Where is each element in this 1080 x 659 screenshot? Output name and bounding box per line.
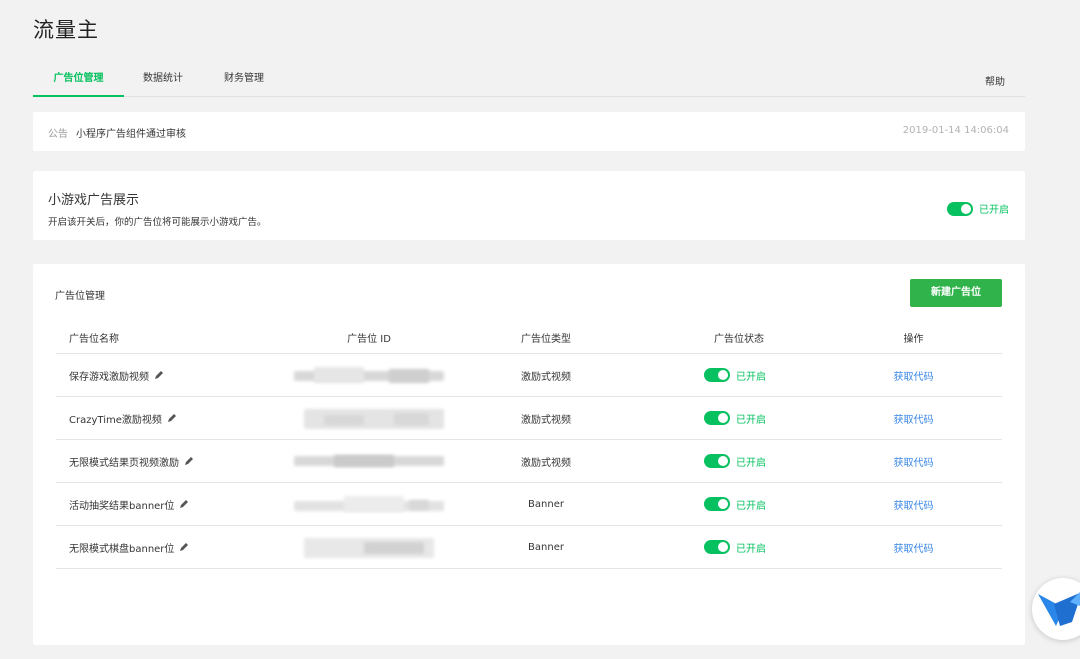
col-name-header: 广告位名称 (69, 333, 119, 345)
ad-id-blurred (289, 483, 449, 525)
col-type-header: 广告位类型 (521, 333, 571, 345)
minigame-description: 开启该开关后，你的广告位将可能展示小游戏广告。 (48, 217, 267, 228)
get-code-link[interactable]: 获取代码 (894, 411, 934, 426)
tab-finance[interactable]: 财务管理 (219, 62, 269, 96)
minigame-toggle-label: 已开启 (979, 205, 1009, 216)
ad-id-blurred (289, 440, 449, 482)
minigame-title: 小游戏广告展示 (48, 193, 140, 208)
action-cell: 获取代码 (856, 397, 971, 439)
ad-table: 广告位名称 广告位 ID 广告位类型 广告位状态 操作 保存游戏激励视频 激励式… (56, 321, 1002, 569)
action-cell: 获取代码 (856, 354, 971, 396)
minigame-toggle[interactable] (947, 201, 973, 216)
table-header: 广告位名称 广告位 ID 广告位类型 广告位状态 操作 (56, 321, 1002, 354)
status-label: 已开启 (736, 500, 766, 512)
ad-name: CrazyTime激励视频 (69, 414, 162, 426)
ad-manage-title: 广告位管理 (55, 291, 105, 302)
status-toggle[interactable] (704, 411, 730, 425)
ad-manage-card: 广告位管理 新建广告位 广告位名称 广告位 ID 广告位类型 广告位状态 操作 … (33, 264, 1025, 645)
minigame-card: 小游戏广告展示 开启该开关后，你的广告位将可能展示小游戏广告。 已开启 (33, 171, 1025, 240)
new-ad-button[interactable]: 新建广告位 (910, 279, 1002, 307)
notice-text[interactable]: 小程序广告组件通过审核 (76, 125, 186, 140)
table-row: CrazyTime激励视频 激励式视频 已开启 获取代码 (56, 397, 1002, 440)
notice-card: 公告 小程序广告组件通过审核 2019-01-14 14:06:04 (33, 112, 1025, 151)
col-action-header: 操作 (903, 333, 924, 345)
ad-type: Banner (528, 498, 564, 510)
status-toggle[interactable] (704, 540, 730, 554)
col-id-header: 广告位 ID (347, 333, 391, 345)
bird-logo-icon[interactable] (1032, 578, 1080, 640)
col-status-header: 广告位状态 (714, 333, 764, 345)
minigame-toggle-group: 已开启 (947, 201, 1009, 216)
status-label: 已开启 (736, 543, 766, 555)
page: 流量主 广告位管理 数据统计 财务管理 帮助 公告 小程序广告组件通过审核 20… (0, 0, 1080, 659)
app-title: 流量主 (33, 18, 99, 42)
table-row: 无限模式棋盘banner位 Banner 已开启 获取代码 (56, 526, 1002, 569)
ad-name: 无限模式结果页视频激励 (69, 457, 179, 469)
table-row: 保存游戏激励视频 激励式视频 已开启 获取代码 (56, 354, 1002, 397)
ad-id-blurred (289, 526, 449, 568)
ad-name: 保存游戏激励视频 (69, 371, 149, 383)
pencil-icon[interactable] (179, 499, 189, 509)
action-cell: 获取代码 (856, 526, 971, 568)
status-label: 已开启 (736, 414, 766, 426)
help-link[interactable]: 帮助 (985, 73, 1005, 88)
status-toggle[interactable] (704, 454, 730, 468)
ad-id-blurred (289, 397, 449, 439)
row-name-cell: 无限模式结果页视频激励 (69, 440, 279, 482)
ad-type: 激励式视频 (521, 371, 571, 383)
status-toggle[interactable] (704, 368, 730, 382)
status-cell: 已开启 (704, 354, 834, 396)
ad-type: Banner (528, 541, 564, 553)
ad-type: 激励式视频 (521, 457, 571, 469)
notice-time: 2019-01-14 14:06:04 (902, 125, 1009, 136)
pencil-icon[interactable] (154, 370, 164, 380)
row-name-cell: CrazyTime激励视频 (69, 397, 279, 439)
status-cell: 已开启 (704, 397, 834, 439)
table-row: 无限模式结果页视频激励 激励式视频 已开启 获取代码 (56, 440, 1002, 483)
status-label: 已开启 (736, 371, 766, 383)
action-cell: 获取代码 (856, 440, 971, 482)
get-code-link[interactable]: 获取代码 (894, 368, 934, 383)
status-cell: 已开启 (704, 440, 834, 482)
status-label: 已开启 (736, 457, 766, 469)
tab-data-stats[interactable]: 数据统计 (140, 62, 186, 96)
ad-name: 活动抽奖结果banner位 (69, 500, 175, 512)
row-name-cell: 保存游戏激励视频 (69, 354, 279, 396)
pencil-icon[interactable] (179, 542, 189, 552)
table-row: 活动抽奖结果banner位 Banner 已开启 获取代码 (56, 483, 1002, 526)
tab-ad-manage[interactable]: 广告位管理 (33, 62, 124, 97)
notice-label: 公告 (48, 129, 68, 140)
get-code-link[interactable]: 获取代码 (894, 454, 934, 469)
status-toggle[interactable] (704, 497, 730, 511)
ad-id-blurred (289, 354, 449, 396)
get-code-link[interactable]: 获取代码 (894, 540, 934, 555)
pencil-icon[interactable] (167, 413, 177, 423)
action-cell: 获取代码 (856, 483, 971, 525)
status-cell: 已开启 (704, 526, 834, 568)
row-name-cell: 活动抽奖结果banner位 (69, 483, 279, 525)
ad-type: 激励式视频 (521, 414, 571, 426)
ad-name: 无限模式棋盘banner位 (69, 543, 175, 555)
get-code-link[interactable]: 获取代码 (894, 497, 934, 512)
pencil-icon[interactable] (184, 456, 194, 466)
row-name-cell: 无限模式棋盘banner位 (69, 526, 279, 568)
status-cell: 已开启 (704, 483, 834, 525)
tab-bar: 广告位管理 数据统计 财务管理 帮助 (33, 62, 1025, 97)
